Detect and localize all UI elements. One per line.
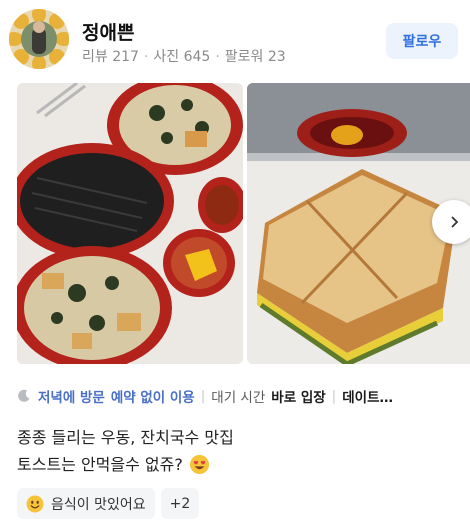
- wait-value: 바로 입장: [271, 390, 326, 406]
- reservation-info: 예약 없이 이용: [110, 390, 195, 406]
- review-line-1: 종종 들리는 우동, 잔치국수 맛집: [17, 428, 234, 447]
- visit-time: 저녁에 방문: [38, 390, 105, 406]
- carousel-next-button[interactable]: [432, 200, 470, 244]
- review-line-2: 토스트는 안먹을수 없쥬?: [17, 455, 183, 474]
- reviewer-stats: 리뷰 217 · 사진 645 · 팔로워 23: [82, 46, 286, 66]
- keyword-label: 음식이 맛있어요: [51, 496, 146, 513]
- reviewer-header: 정애쁜 리뷰 217 · 사진 645 · 팔로워 23 팔로우: [8, 8, 462, 70]
- stats-separator: ·: [143, 49, 149, 65]
- photo-carousel[interactable]: [17, 83, 470, 364]
- udon-kimbap-photo[interactable]: [17, 83, 243, 364]
- wait-label: 대기 시간: [211, 390, 266, 406]
- more-keywords-chip[interactable]: +2: [160, 488, 200, 519]
- keyword-chips: 음식이 맛있어요 +2: [17, 488, 200, 519]
- reviewer-name[interactable]: 정애쁜: [82, 18, 134, 45]
- review-count: 리뷰 217: [82, 49, 139, 65]
- more-keywords-count: +2: [169, 495, 191, 512]
- chevron-right-icon: [451, 216, 459, 228]
- visit-purpose: 데이트…: [342, 390, 393, 406]
- divider: |: [200, 388, 206, 404]
- visit-info[interactable]: 저녁에 방문 예약 없이 이용 | 대기 시간 바로 입장 | 데이트…: [16, 386, 461, 406]
- heart-eyes-emoji-icon: [189, 454, 209, 475]
- avatar[interactable]: [8, 8, 70, 70]
- moon-icon: [18, 389, 30, 402]
- review-text[interactable]: 종종 들리는 우동, 잔치국수 맛집 토스트는 안먹을수 없쥬?: [17, 424, 234, 478]
- review-line: 종종 들리는 우동, 잔치국수 맛집: [17, 424, 234, 451]
- follower-count: 팔로워 23: [224, 49, 286, 65]
- photo-count: 사진 645: [153, 49, 211, 65]
- stats-separator: ·: [215, 49, 220, 65]
- follow-button[interactable]: 팔로우: [386, 23, 458, 59]
- review-line: 토스트는 안먹을수 없쥬?: [17, 451, 234, 478]
- divider: |: [331, 388, 337, 404]
- keyword-chip[interactable]: 음식이 맛있어요: [17, 488, 155, 519]
- smile-emoji-icon: [26, 495, 44, 512]
